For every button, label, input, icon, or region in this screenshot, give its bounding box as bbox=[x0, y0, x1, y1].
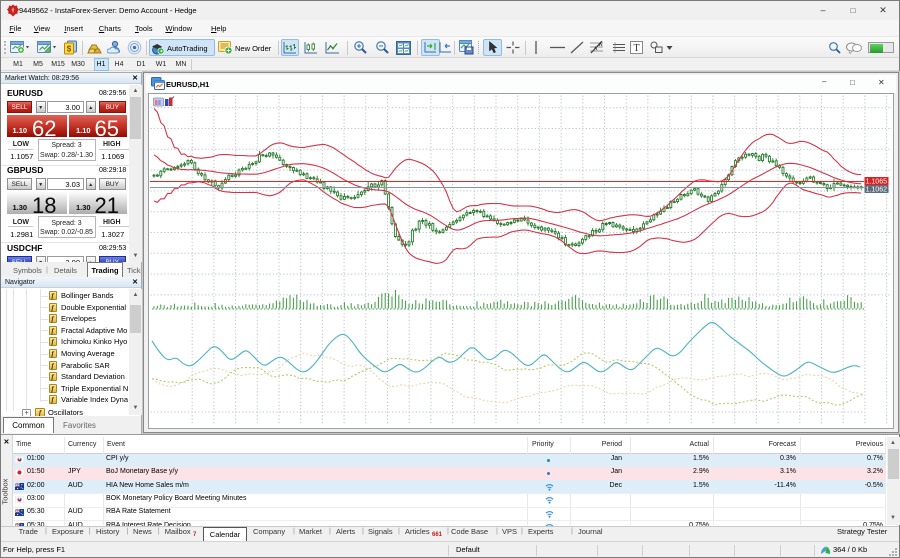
svg-text:$: $ bbox=[67, 45, 72, 54]
svg-text:1.1065: 1.1065 bbox=[866, 179, 888, 186]
svg-text:1.1062: 1.1062 bbox=[866, 187, 888, 194]
svg-text:T: T bbox=[633, 43, 639, 54]
